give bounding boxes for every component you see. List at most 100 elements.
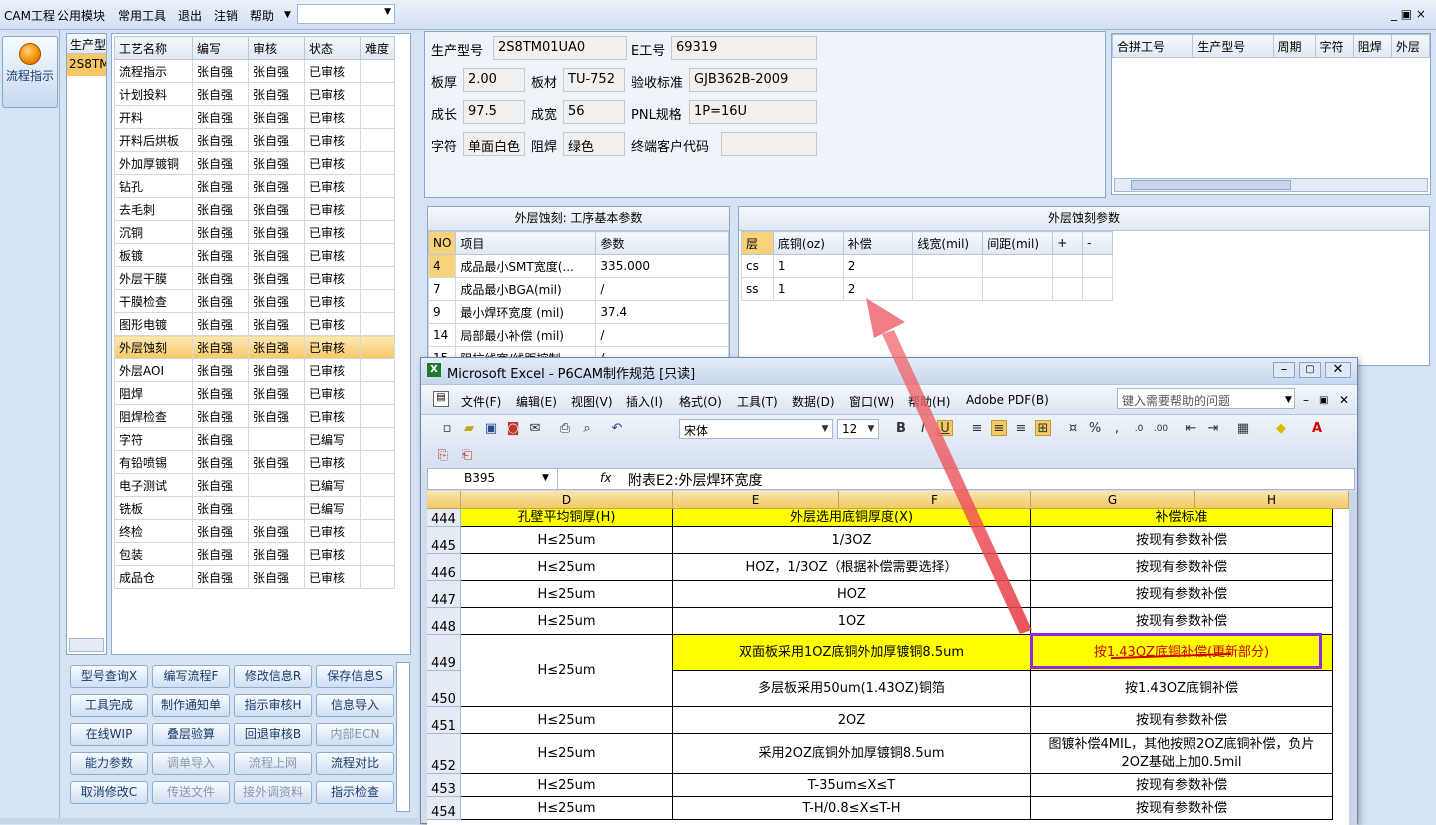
process-cell[interactable]: 张自强	[248, 59, 305, 83]
cell-g[interactable]: 按1.43OZ底铜补偿	[1031, 671, 1333, 707]
open-folder-icon[interactable]: ▰	[461, 421, 477, 437]
process-cell[interactable]: 已审核	[304, 358, 361, 382]
etch-param-row[interactable]: cs 1 2	[741, 254, 1113, 278]
cell-e[interactable]: 1OZ	[673, 608, 1031, 635]
process-cell[interactable]: 张自强	[192, 565, 249, 589]
process-cell[interactable]: 张自强	[192, 473, 249, 497]
cell-e[interactable]: 多层板采用50um(1.43OZ)铜箔	[673, 671, 1031, 707]
merge-col-header[interactable]: 生产型号	[1192, 34, 1274, 58]
process-cell[interactable]: 张自强	[192, 151, 249, 175]
percent-icon[interactable]: %	[1087, 421, 1103, 437]
process-row[interactable]: 终检 张自强 张自强 已审核	[114, 519, 395, 543]
process-cell[interactable]: 外层干膜	[114, 266, 193, 290]
align-center-icon[interactable]: ≡	[991, 420, 1007, 436]
maximize-icon[interactable]: ▢	[1299, 362, 1321, 378]
process-cell[interactable]: 铣板	[114, 496, 193, 520]
process-cell[interactable]: 张自强	[192, 312, 249, 336]
process-cell[interactable]: 张自强	[192, 496, 249, 520]
process-cell[interactable]	[360, 381, 395, 405]
base-param-cell[interactable]: 7	[427, 277, 457, 301]
action-button[interactable]: 指示检查	[316, 781, 394, 804]
process-cell[interactable]: 已审核	[304, 450, 361, 474]
process-cell[interactable]: 外层蚀刻	[114, 335, 193, 359]
e-number-field[interactable]: 69319	[671, 36, 817, 60]
chevron-down-icon[interactable]: ▼	[1285, 395, 1292, 405]
process-cell[interactable]: 张自强	[192, 82, 249, 106]
process-cell[interactable]: 开料后烘板	[114, 128, 193, 152]
row-header[interactable]: 445	[427, 527, 461, 554]
process-cell[interactable]: 已审核	[304, 335, 361, 359]
process-cell[interactable]	[360, 312, 395, 336]
menu-cam-project[interactable]: CAM工程	[4, 7, 55, 24]
process-cell[interactable]: 张自强	[248, 289, 305, 313]
process-cell[interactable]: 阻焊	[114, 381, 193, 405]
flow-indicator-button[interactable]: 流程指示	[2, 36, 58, 108]
merge-col-header[interactable]: 外层	[1390, 34, 1431, 58]
process-cell[interactable]	[360, 82, 395, 106]
process-cell[interactable]: 计划投料	[114, 82, 193, 106]
process-row[interactable]: 外层干膜 张自强 张自强 已审核	[114, 266, 395, 290]
pdf-convert-icon[interactable]: ⎘	[435, 448, 451, 464]
base-param-cell[interactable]: 最小焊环宽度 (mil)	[455, 300, 597, 324]
excel-menu-data[interactable]: 数据(D)	[792, 393, 835, 410]
cell-e[interactable]: 采用2OZ底铜外加厚镀铜8.5um	[673, 734, 1031, 774]
permission-icon[interactable]: ◙	[505, 421, 521, 437]
excel-menu-help[interactable]: 帮助(H)	[908, 393, 950, 410]
action-button[interactable]: 回退审核B	[234, 723, 312, 746]
merge-col-header[interactable]: 合拼工号	[1111, 34, 1194, 58]
process-cell[interactable]	[360, 197, 395, 221]
process-cell[interactable]	[360, 174, 395, 198]
thickness-field[interactable]: 2.00	[463, 68, 525, 92]
process-cell[interactable]: 板镀	[114, 243, 193, 267]
process-cell[interactable]	[360, 450, 395, 474]
menu-help[interactable]: 帮助	[250, 7, 274, 24]
action-button[interactable]: 能力参数	[70, 752, 148, 775]
process-cell[interactable]: 张自强	[192, 404, 249, 428]
decrease-decimal-icon[interactable]: .00	[1153, 421, 1169, 437]
cell-g[interactable]: 按现有参数补偿	[1031, 527, 1333, 554]
button-area-scrollbar[interactable]	[396, 662, 410, 812]
cell-g[interactable]: 图镀补偿4MIL，其他按照2OZ底铜补偿，负片 2OZ基础上加0.5mil	[1031, 734, 1333, 774]
process-cell[interactable]	[360, 519, 395, 543]
etch-param-cell[interactable]: ss	[741, 277, 774, 301]
doc-minimize-icon[interactable]: –	[1303, 393, 1309, 407]
cell-g[interactable]: 补偿标准	[1031, 509, 1333, 527]
process-cell[interactable]: 张自强	[192, 266, 249, 290]
etch-param-cell[interactable]	[1082, 277, 1113, 301]
action-button[interactable]: 调单导入	[152, 752, 230, 775]
process-cell[interactable]: 字符	[114, 427, 193, 451]
action-button[interactable]: 传送文件	[152, 781, 230, 804]
process-cell[interactable]: 张自强	[192, 174, 249, 198]
excel-menu-adobe-pdf[interactable]: Adobe PDF(B)	[966, 393, 1049, 407]
process-cell[interactable]: 张自强	[192, 381, 249, 405]
process-row[interactable]: 计划投料 张自强 张自强 已审核	[114, 82, 395, 106]
cell-g[interactable]: 按现有参数补偿	[1031, 554, 1333, 581]
process-cell[interactable]	[360, 266, 395, 290]
menu-common-tools[interactable]: 常用工具	[118, 7, 166, 24]
row-header[interactable]: 451	[427, 707, 461, 734]
merge-center-icon[interactable]: ⊞	[1035, 420, 1051, 436]
process-cell[interactable]: 张自强	[192, 128, 249, 152]
excel-menu-file[interactable]: 文件(F)	[461, 393, 501, 410]
excel-menu-edit[interactable]: 编辑(E)	[516, 393, 557, 410]
etch-col-header[interactable]: 线宽(mil)	[912, 231, 984, 255]
currency-icon[interactable]: ¤	[1065, 421, 1081, 437]
column-header[interactable]: F	[839, 491, 1031, 509]
base-col-header[interactable]: NO	[427, 231, 457, 255]
solder-mask-field[interactable]: 绿色	[563, 132, 625, 156]
cell-d[interactable]: H≤25um	[461, 527, 673, 554]
process-row[interactable]: 去毛刺 张自强 张自强 已审核	[114, 197, 395, 221]
etch-param-cell[interactable]: 2	[842, 277, 914, 301]
base-param-cell[interactable]: 37.4	[595, 300, 729, 324]
process-cell[interactable]: 张自强	[248, 404, 305, 428]
excel-menu-insert[interactable]: 插入(I)	[626, 393, 663, 410]
base-param-cell[interactable]: 14	[427, 323, 457, 347]
process-cell[interactable]	[360, 358, 395, 382]
menu-logout[interactable]: 注销	[214, 7, 238, 24]
action-button[interactable]: 型号查询X	[70, 665, 148, 688]
part-number-cell[interactable]: 2S8TM	[67, 54, 106, 76]
etch-param-row[interactable]: ss 1 2	[741, 277, 1113, 301]
row-header[interactable]: 447	[427, 581, 461, 608]
etch-param-cell[interactable]	[912, 277, 984, 301]
align-left-icon[interactable]: ≡	[969, 421, 985, 437]
